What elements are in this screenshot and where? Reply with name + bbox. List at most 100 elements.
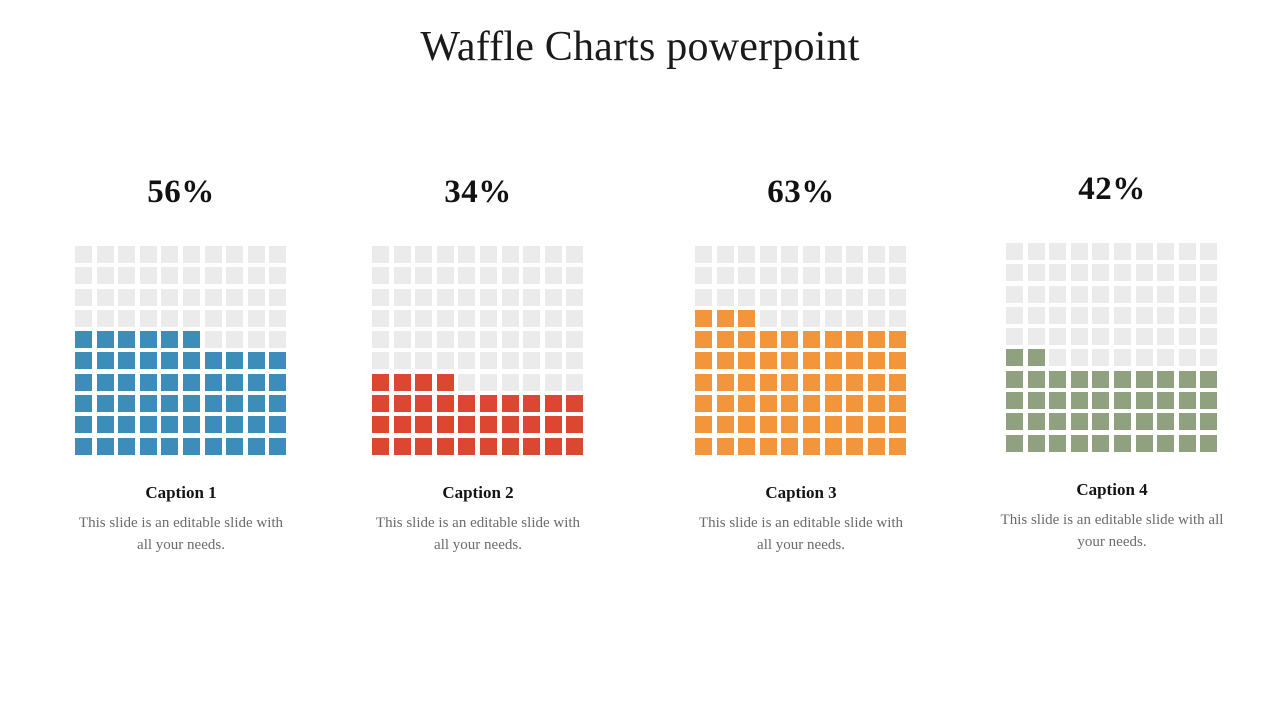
waffle-cell	[1178, 328, 1196, 346]
waffle-cell	[759, 416, 777, 434]
waffle-cell	[1135, 306, 1153, 324]
waffle-cell	[738, 416, 756, 434]
waffle-cell	[226, 352, 244, 370]
waffle-cell	[523, 416, 541, 434]
waffle-cell	[1027, 370, 1045, 388]
waffle-cell	[889, 267, 907, 285]
waffle-chart-4: 42% Caption 4 This slide is an editable …	[972, 173, 1252, 554]
waffle-cell	[182, 416, 200, 434]
waffle-cell	[226, 267, 244, 285]
waffle-cell	[118, 331, 136, 349]
waffle-cell	[1049, 328, 1067, 346]
waffle-cell	[436, 416, 454, 434]
waffle-cell	[1178, 434, 1196, 452]
waffle-cell	[75, 331, 92, 349]
waffle-cell	[1135, 413, 1153, 431]
waffle-cell	[75, 309, 92, 327]
caption-group-1: Caption 1 This slide is an editable slid…	[41, 483, 321, 557]
waffle-cell	[867, 395, 885, 413]
waffle-cell	[523, 395, 541, 413]
waffle-cell	[889, 331, 907, 349]
waffle-cell	[695, 246, 712, 263]
waffle-cell	[161, 246, 179, 263]
waffle-cell	[846, 395, 864, 413]
waffle-cell	[372, 246, 389, 263]
waffle-cell	[1006, 392, 1023, 410]
waffle-cell	[802, 395, 820, 413]
waffle-cell	[226, 395, 244, 413]
waffle-cell	[1200, 413, 1218, 431]
waffle-cell	[204, 246, 222, 263]
waffle-cell	[479, 416, 497, 434]
waffle-cell	[695, 288, 712, 306]
waffle-cell	[523, 246, 541, 263]
waffle-cell	[1135, 392, 1153, 410]
waffle-cell	[695, 373, 712, 391]
waffle-cell	[523, 373, 541, 391]
waffle-cell	[846, 267, 864, 285]
waffle-cell	[781, 373, 799, 391]
waffle-cell	[118, 395, 136, 413]
waffle-cell	[566, 416, 584, 434]
waffle-cell	[372, 267, 389, 285]
waffle-cell	[393, 437, 411, 455]
waffle-cell	[415, 373, 433, 391]
waffle-cell	[759, 246, 777, 263]
waffle-cell	[1006, 370, 1023, 388]
waffle-cell	[738, 331, 756, 349]
waffle-cell	[889, 395, 907, 413]
waffle-cell	[889, 352, 907, 370]
waffle-cell	[1049, 434, 1067, 452]
waffle-cell	[501, 437, 519, 455]
waffle-cell	[479, 246, 497, 263]
waffle-cell	[415, 416, 433, 434]
waffle-cell	[1200, 328, 1218, 346]
waffle-cell	[523, 309, 541, 327]
waffle-cell	[269, 373, 287, 391]
waffle-cell	[566, 373, 584, 391]
waffle-cell	[393, 352, 411, 370]
waffle-cell	[1027, 243, 1045, 260]
waffle-cell	[1049, 392, 1067, 410]
waffle-cell	[96, 267, 114, 285]
waffle-cell	[716, 373, 734, 391]
waffle-cell	[1006, 328, 1023, 346]
waffle-cell	[781, 352, 799, 370]
waffle-cell	[1070, 434, 1088, 452]
waffle-cell	[695, 437, 712, 455]
waffle-cell	[738, 373, 756, 391]
waffle-cell	[458, 309, 476, 327]
waffle-cell	[695, 395, 712, 413]
waffle-cell	[1113, 264, 1131, 282]
waffle-cell	[458, 246, 476, 263]
waffle-cell	[802, 246, 820, 263]
waffle-cell	[372, 288, 389, 306]
waffle-cell	[139, 309, 157, 327]
waffle-cell	[759, 331, 777, 349]
waffle-cell	[1092, 328, 1110, 346]
waffle-cell	[1135, 285, 1153, 303]
waffle-cell	[75, 267, 92, 285]
waffle-cell	[415, 309, 433, 327]
waffle-cell	[738, 437, 756, 455]
waffle-cell	[781, 267, 799, 285]
caption-title-4: Caption 4	[1076, 479, 1148, 499]
waffle-cell	[566, 395, 584, 413]
waffle-cell	[415, 352, 433, 370]
waffle-cell	[96, 331, 114, 349]
waffle-cell	[1113, 243, 1131, 260]
waffle-cell	[458, 352, 476, 370]
waffle-cell	[846, 373, 864, 391]
slide-canvas: Waffle Charts powerpoint 56% Caption 1 T…	[0, 0, 1280, 720]
waffle-cell	[1135, 434, 1153, 452]
waffle-cell	[759, 352, 777, 370]
waffle-cell	[738, 352, 756, 370]
waffle-cell	[544, 437, 562, 455]
waffle-cell	[1113, 434, 1131, 452]
waffle-cell	[75, 373, 92, 391]
waffle-cell	[889, 309, 907, 327]
waffle-cell	[393, 288, 411, 306]
waffle-cell	[1049, 349, 1067, 367]
waffle-cell	[372, 352, 389, 370]
waffle-cell	[695, 352, 712, 370]
